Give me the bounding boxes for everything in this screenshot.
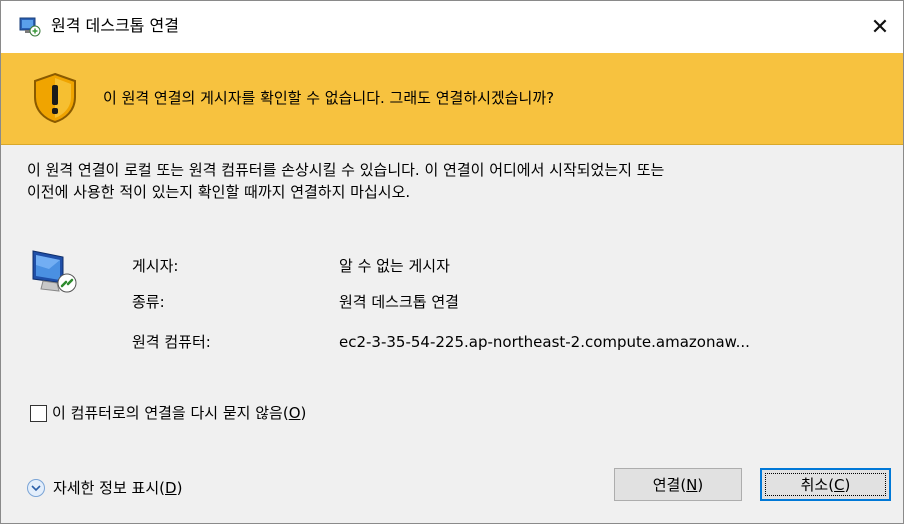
warning-message: 이 원격 연결의 게시자를 확인할 수 없습니다. 그래도 연결하시겠습니까? [103,89,555,107]
cancel-button[interactable]: 취소(C) [760,468,891,501]
connect-button-label: 연결(N) [652,476,704,494]
dont-ask-again-checkbox-row[interactable]: 이 컴퓨터로의 연결을 다시 묻지 않음(O) [30,403,306,423]
connect-button[interactable]: 연결(N) [614,468,742,501]
show-details-toggle[interactable]: 자세한 정보 표시(D) [27,478,182,498]
title-bar: 원격 데스크톱 연결 ✕ [1,1,903,53]
chevron-down-icon[interactable] [27,479,45,497]
window-title: 원격 데스크톱 연결 [51,16,179,35]
remote-computer-label: 원격 컴퓨터: [132,333,211,351]
remote-desktop-warning-dialog: 원격 데스크톱 연결 ✕ 이 원격 연결의 게시자를 확인할 수 없습니다. 그… [0,0,904,524]
warning-shield-icon [34,72,76,124]
type-value: 원격 데스크톱 연결 [339,293,459,311]
warning-banner: 이 원격 연결의 게시자를 확인할 수 없습니다. 그래도 연결하시겠습니까? [1,53,903,145]
remote-desktop-app-icon [19,17,41,37]
description-line-2: 이전에 사용한 적이 있는지 확인할 때까지 연결하지 마십시오. [27,183,411,201]
remote-computer-icon [32,250,77,293]
dont-ask-again-label[interactable]: 이 컴퓨터로의 연결을 다시 묻지 않음(O) [52,403,306,423]
description-line-1: 이 원격 연결이 로컬 또는 원격 컴퓨터를 손상시킬 수 있습니다. 이 연결… [27,161,665,179]
close-icon: ✕ [870,14,890,40]
publisher-value: 알 수 없는 게시자 [339,257,450,275]
description: 이 원격 연결이 로컬 또는 원격 컴퓨터를 손상시킬 수 있습니다. 이 연결… [27,159,887,203]
remote-computer-value: ec2-3-35-54-225.ap-northeast-2.compute.a… [339,333,750,351]
show-details-label[interactable]: 자세한 정보 표시(D) [53,478,182,498]
close-button[interactable]: ✕ [857,1,903,53]
publisher-label: 게시자: [132,257,179,275]
focus-rectangle [765,473,886,496]
type-label: 종류: [132,293,165,311]
dont-ask-again-checkbox[interactable] [30,404,47,422]
